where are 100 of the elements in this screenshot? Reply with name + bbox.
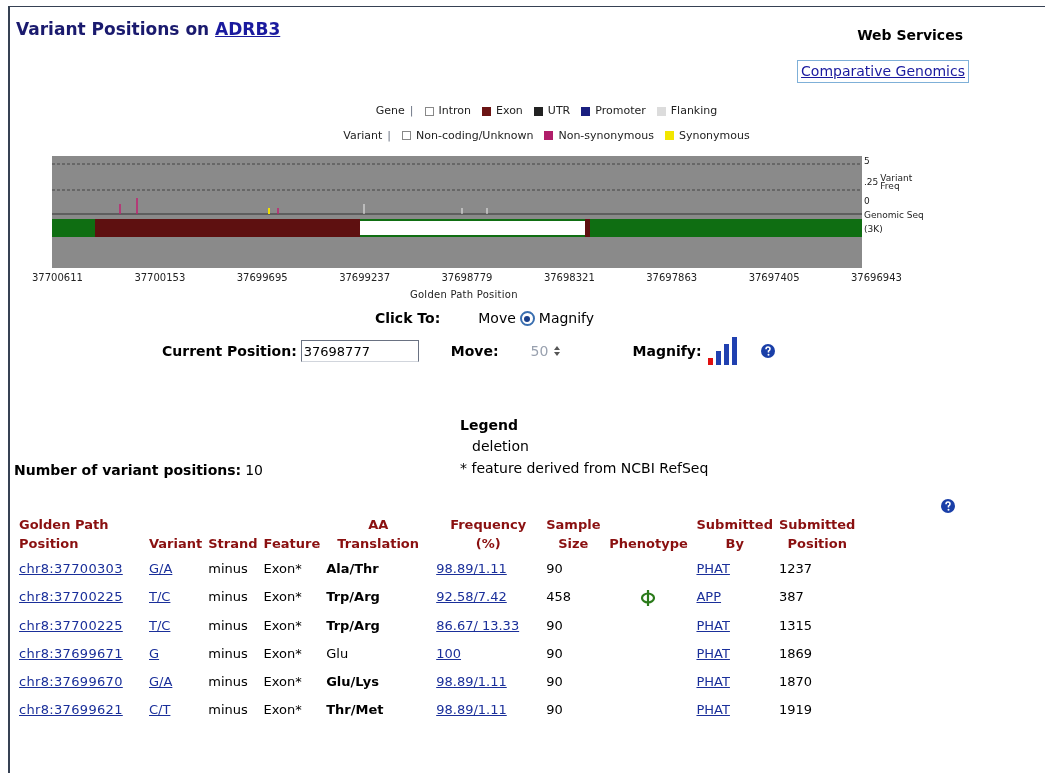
position-field[interactable]: 37698777 <box>300 340 419 362</box>
table-cell: 1315 <box>778 617 813 633</box>
frequency-link[interactable]: 86.67/ 13.33 <box>436 616 520 635</box>
field-label: Click To: <box>375 309 441 328</box>
spinner-arrows-icon[interactable] <box>554 346 561 356</box>
axis-label: Variant Freq <box>880 174 914 190</box>
position-label: 37699237 <box>339 271 391 285</box>
table-cell: 90 <box>546 561 563 576</box>
table-cell: Exon* <box>263 617 302 633</box>
legend-label: Exon <box>496 103 523 119</box>
column-header: Variant <box>148 535 204 553</box>
table-cell: Glu <box>326 645 349 661</box>
option-label[interactable]: Magnify <box>538 308 595 329</box>
axis-label: Genomic Seq <box>864 210 925 220</box>
frequency-link[interactable]: 92.58/7.42 <box>436 588 507 607</box>
legend-label: Intron <box>438 103 471 119</box>
legend-heading: Legend <box>460 416 519 435</box>
variant-link[interactable]: T/C <box>149 617 171 633</box>
variant-link[interactable]: C/T <box>149 701 171 717</box>
column-header: Frequency (%) <box>449 516 528 553</box>
position-label: 37700153 <box>134 271 186 285</box>
radio-button[interactable] <box>519 311 535 326</box>
table-cell: 90 <box>546 645 563 661</box>
variant-link[interactable]: G/A <box>149 673 173 689</box>
magnify-level-bar[interactable] <box>731 337 737 365</box>
table-cell: Glu/Lys <box>326 673 379 689</box>
column-header: Submitted By <box>695 516 774 553</box>
position-link[interactable]: chr8:37700303 <box>19 561 123 576</box>
column-header: Sample Size <box>545 516 602 553</box>
submitter-link[interactable]: PHAT <box>696 645 730 661</box>
position-label: 37700611 <box>32 271 83 285</box>
position-link[interactable]: chr8:37699670 <box>19 673 123 689</box>
table-cell: Thr/Met <box>326 701 384 717</box>
legend-label: UTR <box>547 103 571 119</box>
table-cell: minus <box>208 561 248 576</box>
field-label: Magnify: <box>632 341 702 361</box>
option-label[interactable]: Move <box>478 308 516 329</box>
comparative-genomics-button[interactable]: Comparative Genomics <box>797 60 969 83</box>
tick-label: 5 <box>864 156 871 166</box>
axis-title: Golden Path Position <box>410 288 518 302</box>
column-header: Submitted Position <box>777 516 857 553</box>
phenotype-icon[interactable] <box>640 588 657 607</box>
table-cell: 1870 <box>778 673 813 689</box>
position-link[interactable]: chr8:37700225 <box>19 589 123 605</box>
position-label: 37698321 <box>543 271 595 285</box>
table-cell: 1869 <box>778 645 813 661</box>
legend-label: Synonymous <box>678 127 750 144</box>
frequency-link[interactable]: 98.89/1.11 <box>436 672 507 691</box>
variant-link[interactable]: G/A <box>149 561 173 576</box>
submitter-link[interactable]: PHAT <box>696 673 730 689</box>
column-header: Phenotype <box>608 535 689 553</box>
magnify-level-bar[interactable] <box>707 358 713 365</box>
position-link[interactable]: chr8:37699621 <box>19 701 123 717</box>
table-cell: minus <box>208 589 248 605</box>
genome-track-drawing[interactable] <box>52 156 862 268</box>
legend-label: Flanking <box>670 103 718 119</box>
separator: | <box>409 103 414 119</box>
field-label: Current Position: <box>162 341 297 361</box>
axis-label: (3K) <box>864 224 884 234</box>
help-icon[interactable] <box>941 499 955 513</box>
submitter-link[interactable]: PHAT <box>696 617 730 633</box>
table-cell: minus <box>208 617 248 633</box>
position-link[interactable]: chr8:37699671 <box>19 645 123 661</box>
magnify-level-bar[interactable] <box>723 344 729 365</box>
table-cell: 1919 <box>778 701 813 717</box>
frequency-link[interactable]: 98.89/1.11 <box>436 560 507 578</box>
tick-label: 0 <box>864 196 871 206</box>
variant-link[interactable]: T/C <box>149 589 171 605</box>
table-cell: 90 <box>546 701 563 717</box>
table-cell: Ala/Thr <box>326 561 379 576</box>
table-cell: 458 <box>546 589 572 605</box>
table-cell: 90 <box>546 673 563 689</box>
field-label: Move: <box>450 341 499 361</box>
gene-link[interactable]: ADRB3 <box>215 17 281 43</box>
position-link[interactable]: chr8:37700225 <box>19 617 123 633</box>
variant-link[interactable]: G <box>149 645 160 661</box>
table-cell: 387 <box>778 589 804 605</box>
frequency-link[interactable]: 100 <box>436 644 462 663</box>
table-cell: Trp/Arg <box>326 617 380 633</box>
table-cell: Exon* <box>263 589 302 605</box>
submitter-link[interactable]: APP <box>696 589 722 605</box>
frequency-link[interactable]: 98.89/1.11 <box>436 700 507 719</box>
column-header: Golden Path Position <box>18 516 110 553</box>
submitter-link[interactable]: PHAT <box>696 701 730 717</box>
legend-row-label: Variant <box>343 127 383 144</box>
position-label: 37697863 <box>646 271 698 285</box>
tick-label: .25 <box>864 177 879 187</box>
position-label: 37699695 <box>236 271 288 285</box>
column-header: Feature <box>262 535 322 553</box>
table-cell: 1237 <box>778 561 813 576</box>
table-cell: Exon* <box>263 673 302 689</box>
table-cell: Exon* <box>263 561 302 576</box>
submitter-link[interactable]: PHAT <box>696 561 730 576</box>
help-icon[interactable] <box>760 344 775 358</box>
magnify-level-bar[interactable] <box>715 351 721 365</box>
separator: | <box>387 127 391 144</box>
table-cell: minus <box>208 673 248 689</box>
column-header: AA Translation <box>336 516 421 553</box>
legend-label: Promoter <box>595 103 646 119</box>
legend-text: deletion <box>471 437 530 456</box>
